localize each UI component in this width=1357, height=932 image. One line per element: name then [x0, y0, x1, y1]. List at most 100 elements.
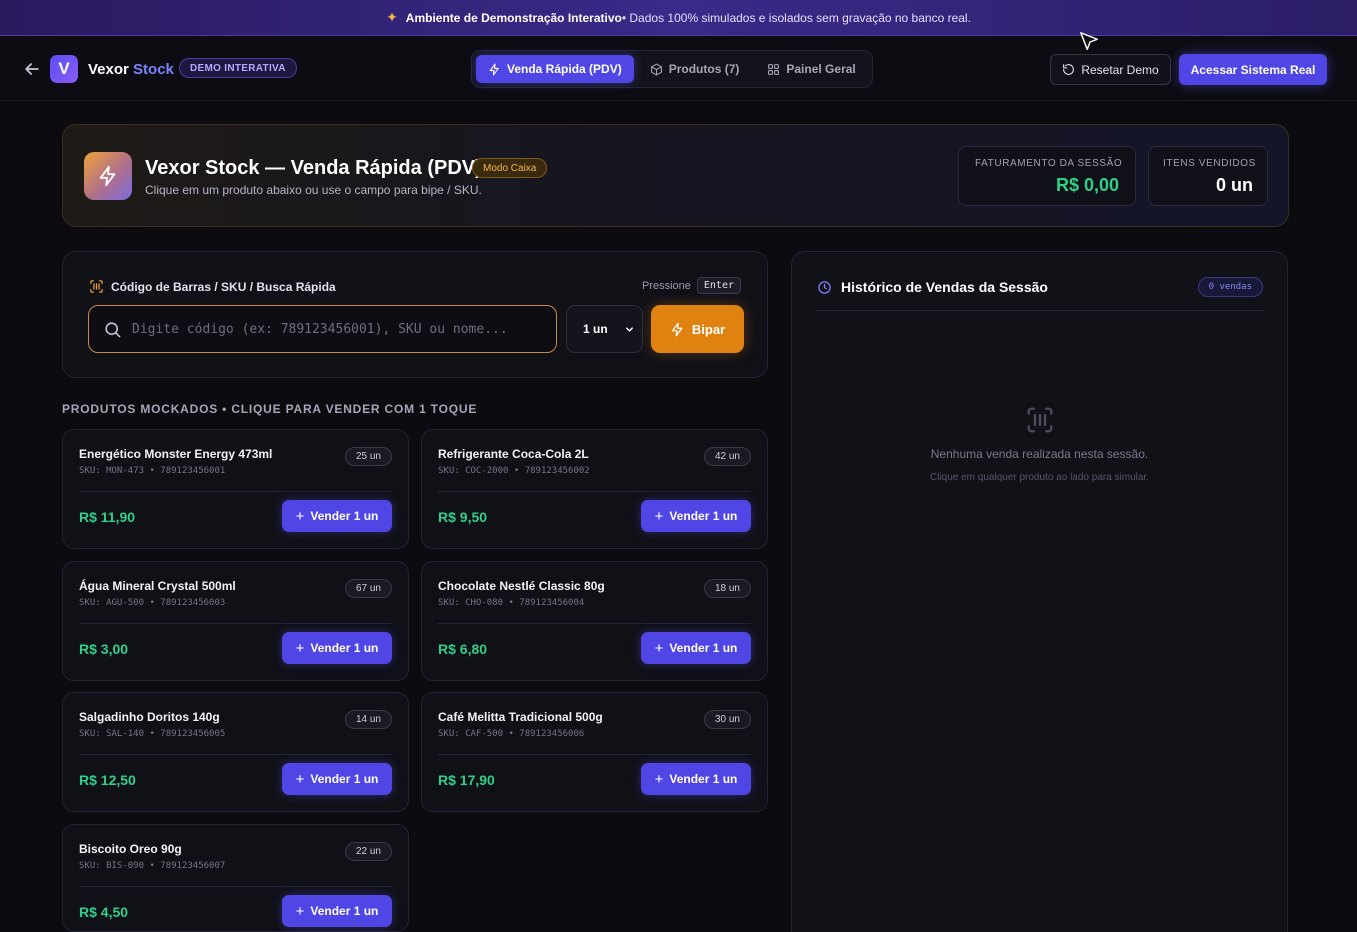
- product-card[interactable]: Café Melitta Tradicional 500g SKU: CAF-5…: [421, 692, 768, 812]
- tab-label: Produtos (7): [668, 62, 740, 76]
- reset-icon: [1063, 64, 1075, 75]
- barcode-search-input[interactable]: [132, 321, 556, 337]
- plus-icon: +: [654, 639, 664, 657]
- card-divider: [79, 491, 392, 492]
- brand-accent: Stock: [133, 61, 174, 78]
- enter-key: Enter: [696, 277, 741, 294]
- revenue-stat: FATURAMENTO DA SESSÃO R$ 0,00: [958, 146, 1136, 206]
- brand-name: Vexor Stock: [88, 61, 174, 78]
- sales-history-panel: Histórico de Vendas da Sessão 0 vendas N…: [791, 251, 1288, 932]
- scanner-label: Código de Barras / SKU / Busca Rápida: [89, 279, 336, 294]
- items-sold-label: ITENS VENDIDOS: [1163, 158, 1256, 169]
- product-sku: SKU: AGU-500 • 789123456003: [79, 598, 226, 608]
- product-sku: SKU: CAF-500 • 789123456006: [438, 729, 585, 739]
- barcode-search-field[interactable]: [88, 305, 557, 353]
- grid-icon: [768, 63, 780, 75]
- scanner-label-text: Código de Barras / SKU / Busca Rápida: [111, 279, 336, 294]
- access-real-system-button[interactable]: Acessar Sistema Real: [1179, 54, 1327, 85]
- history-title: Histórico de Vendas da Sessão: [817, 279, 1048, 295]
- barcode-scan-icon: [1027, 407, 1053, 433]
- pdv-header-card: Vexor Stock — Venda Rápida (PDV) Modo Ca…: [62, 124, 1289, 227]
- product-card[interactable]: Biscoito Oreo 90g SKU: BIS-090 • 7891234…: [62, 824, 409, 932]
- sell-button[interactable]: + Vender 1 un: [641, 632, 751, 664]
- history-title-text: Histórico de Vendas da Sessão: [841, 279, 1048, 295]
- sell-label: Vender 1 un: [669, 772, 738, 786]
- product-sku: SKU: COC-2000 • 789123456002: [438, 466, 590, 476]
- product-sku: SKU: MON-473 • 789123456001: [79, 466, 226, 476]
- product-price: R$ 11,90: [79, 509, 136, 525]
- sell-label: Vender 1 un: [669, 641, 738, 655]
- card-divider: [438, 754, 751, 755]
- main-tabs: Venda Rápida (PDV) Produtos (7) Painel G…: [471, 50, 873, 88]
- mouse-cursor-icon: [1080, 32, 1099, 51]
- plus-icon: +: [654, 770, 664, 788]
- top-navbar: V Vexor Stock DEMO INTERATIVA Venda Rápi…: [0, 37, 1357, 101]
- scanner-card: Código de Barras / SKU / Busca Rápida Pr…: [62, 251, 768, 378]
- product-card[interactable]: Salgadinho Doritos 140g SKU: SAL-140 • 7…: [62, 692, 409, 812]
- product-price: R$ 3,00: [79, 641, 129, 657]
- sell-button[interactable]: + Vender 1 un: [282, 500, 392, 532]
- reset-demo-button[interactable]: Resetar Demo: [1050, 54, 1171, 85]
- items-sold-value: 0 un: [1215, 175, 1253, 195]
- product-sku: SKU: BIS-090 • 789123456007: [79, 861, 226, 871]
- tab-produtos[interactable]: Produtos (7): [638, 55, 752, 83]
- brand-logo[interactable]: V: [50, 55, 78, 83]
- press-label: Pressione: [641, 279, 691, 292]
- empty-state-hint: Clique em qualquer produto ao lado para …: [929, 472, 1150, 483]
- stock-badge: 67 un: [344, 579, 392, 598]
- sell-button[interactable]: + Vender 1 un: [641, 500, 751, 532]
- plus-icon: +: [295, 902, 305, 920]
- sell-label: Vender 1 un: [310, 772, 379, 786]
- product-sku: SKU: CHO-080 • 789123456004: [438, 598, 585, 608]
- back-arrow-icon[interactable]: [22, 59, 42, 79]
- sell-button[interactable]: + Vender 1 un: [282, 632, 392, 664]
- enter-hint: Pressione Enter: [642, 277, 741, 294]
- quantity-select[interactable]: 1 un: [566, 305, 643, 353]
- product-price: R$ 9,50: [438, 509, 488, 525]
- product-price: R$ 17,90: [438, 772, 495, 788]
- plus-icon: +: [295, 770, 305, 788]
- revenue-label: FATURAMENTO DA SESSÃO: [975, 158, 1123, 169]
- sell-button[interactable]: + Vender 1 un: [282, 895, 392, 927]
- product-card[interactable]: Água Mineral Crystal 500ml SKU: AGU-500 …: [62, 561, 409, 681]
- card-divider: [438, 491, 751, 492]
- reset-label: Resetar Demo: [1081, 62, 1159, 77]
- stock-badge: 18 un: [703, 579, 751, 598]
- items-sold-stat: ITENS VENDIDOS 0 un: [1148, 146, 1268, 206]
- product-card[interactable]: Chocolate Nestlé Classic 80g SKU: CHO-08…: [421, 561, 768, 681]
- bipar-label: Bipar: [691, 321, 726, 337]
- page-subtitle: Clique em um produto abaixo ou use o cam…: [145, 183, 482, 197]
- pdv-lightning-icon: [84, 152, 132, 200]
- card-divider: [79, 886, 392, 887]
- demo-banner: ✦ Ambiente de Demonstração Interativo • …: [0, 0, 1357, 36]
- page-title: Vexor Stock — Venda Rápida (PDV): [145, 157, 482, 179]
- card-divider: [79, 623, 392, 624]
- card-divider: [79, 754, 392, 755]
- stock-badge: 14 un: [344, 710, 392, 729]
- barcode-scan-icon: [90, 280, 103, 293]
- sell-label: Vender 1 un: [669, 509, 738, 523]
- tab-painel-geral[interactable]: Painel Geral: [755, 55, 867, 83]
- product-name: Café Melitta Tradicional 500g: [438, 710, 603, 724]
- product-card[interactable]: Energético Monster Energy 473ml SKU: MON…: [62, 429, 409, 549]
- product-sku: SKU: SAL-140 • 789123456005: [79, 729, 226, 739]
- products-section-title: PRODUTOS MOCKADOS • CLIQUE PARA VENDER C…: [62, 402, 478, 416]
- banner-text: • Dados 100% simulados e isolados sem gr…: [621, 10, 971, 25]
- product-name: Água Mineral Crystal 500ml: [79, 579, 236, 593]
- bipar-button[interactable]: Bipar: [651, 305, 744, 353]
- tab-venda-rapida[interactable]: Venda Rápida (PDV): [476, 55, 634, 83]
- product-name: Chocolate Nestlé Classic 80g: [438, 579, 605, 593]
- stock-badge: 30 un: [703, 710, 751, 729]
- stock-badge: 22 un: [344, 842, 392, 861]
- sell-button[interactable]: + Vender 1 un: [641, 763, 751, 795]
- clock-icon: [818, 280, 831, 294]
- search-icon: [105, 321, 121, 337]
- sell-label: Vender 1 un: [310, 904, 379, 918]
- tab-label: Venda Rápida (PDV): [507, 62, 622, 76]
- box-icon: [650, 63, 662, 75]
- stock-badge: 25 un: [344, 447, 392, 466]
- demo-badge: DEMO INTERATIVA: [179, 58, 297, 78]
- mode-badge: Modo Caixa: [472, 158, 548, 178]
- sell-button[interactable]: + Vender 1 un: [282, 763, 392, 795]
- product-card[interactable]: Refrigerante Coca-Cola 2L SKU: COC-2000 …: [421, 429, 768, 549]
